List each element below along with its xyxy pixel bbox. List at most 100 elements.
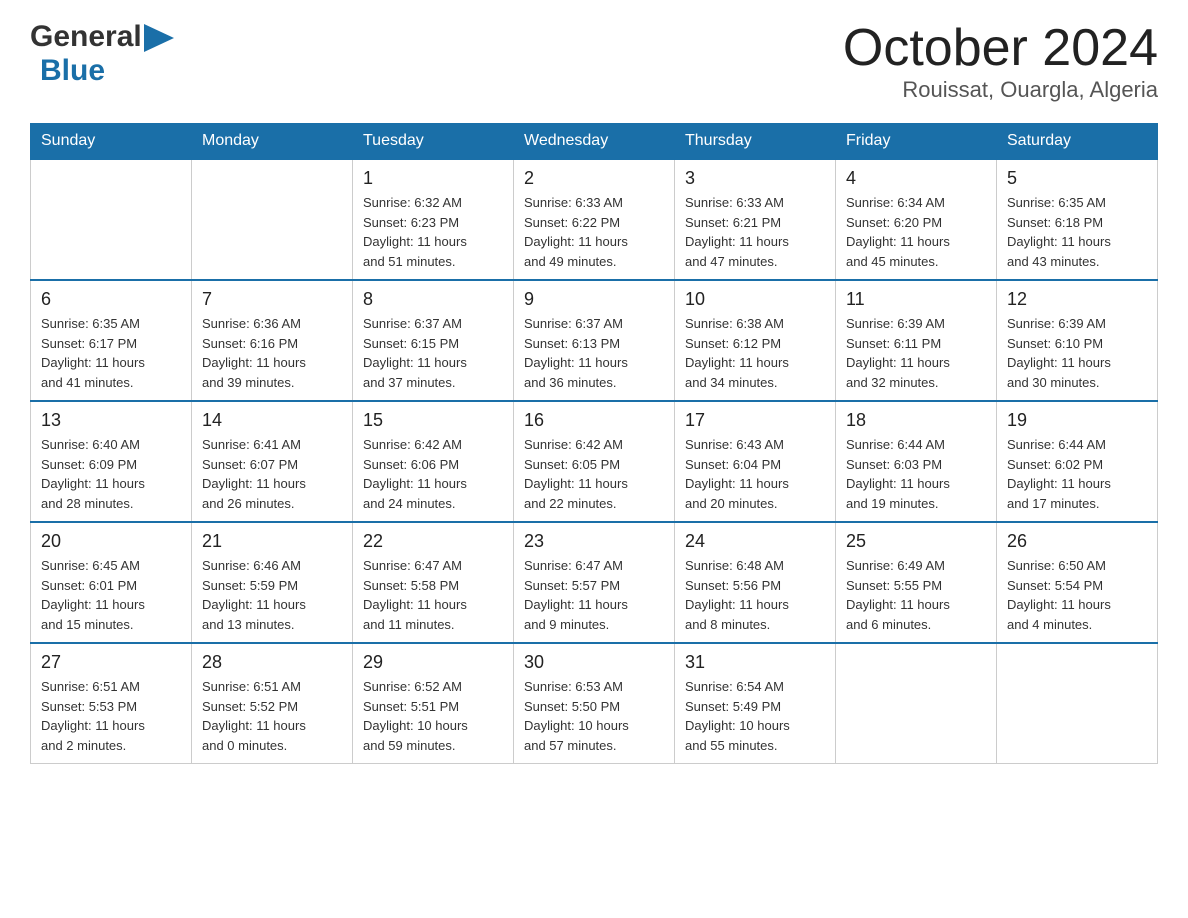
day-number: 8 (363, 289, 503, 310)
day-info: Sunrise: 6:43 AM Sunset: 6:04 PM Dayligh… (685, 435, 825, 513)
calendar-weekday-monday: Monday (192, 124, 353, 160)
day-info: Sunrise: 6:32 AM Sunset: 6:23 PM Dayligh… (363, 193, 503, 271)
page-title: October 2024 (843, 20, 1158, 77)
day-number: 6 (41, 289, 181, 310)
day-number: 9 (524, 289, 664, 310)
day-number: 10 (685, 289, 825, 310)
logo-general-text: General (30, 20, 142, 54)
calendar-cell: 29 Sunrise: 6:52 AM Sunset: 5:51 PM Dayli… (353, 643, 514, 764)
logo-blue-text: Blue (40, 54, 105, 88)
day-info: Sunrise: 6:42 AM Sunset: 6:05 PM Dayligh… (524, 435, 664, 513)
day-number: 17 (685, 410, 825, 431)
day-info: Sunrise: 6:51 AM Sunset: 5:53 PM Dayligh… (41, 677, 181, 755)
calendar-cell: 24Sunrise: 6:48 AM Sunset: 5:56 PM Dayli… (675, 522, 836, 643)
calendar-weekday-tuesday: Tuesday (353, 124, 514, 160)
day-number: 21 (202, 531, 342, 552)
calendar-cell: 11 Sunrise: 6:39 AM Sunset: 6:11 PM Dayli… (836, 280, 997, 401)
day-number: 30 (524, 652, 664, 673)
calendar-cell: 23Sunrise: 6:47 AM Sunset: 5:57 PM Dayli… (514, 522, 675, 643)
day-info: Sunrise: 6:49 AM Sunset: 5:55 PM Dayligh… (846, 556, 986, 634)
day-info: Sunrise: 6:39 AM Sunset: 6:11 PM Dayligh… (846, 314, 986, 392)
calendar-header-row: SundayMondayTuesdayWednesdayThursdayFrid… (31, 124, 1158, 160)
day-number: 31 (685, 652, 825, 673)
day-number: 2 (524, 168, 664, 189)
calendar-cell (836, 643, 997, 764)
title-block: October 2024 Rouissat, Ouargla, Algeria (843, 20, 1158, 103)
day-info: Sunrise: 6:34 AM Sunset: 6:20 PM Dayligh… (846, 193, 986, 271)
day-number: 14 (202, 410, 342, 431)
day-number: 13 (41, 410, 181, 431)
calendar-cell: 27 Sunrise: 6:51 AM Sunset: 5:53 PM Dayli… (31, 643, 192, 764)
calendar-cell: 6 Sunrise: 6:35 AM Sunset: 6:17 PM Daylig… (31, 280, 192, 401)
calendar-week-row: 27 Sunrise: 6:51 AM Sunset: 5:53 PM Dayli… (31, 643, 1158, 764)
calendar-cell: 1 Sunrise: 6:32 AM Sunset: 6:23 PM Daylig… (353, 159, 514, 280)
calendar-cell: 9 Sunrise: 6:37 AM Sunset: 6:13 PM Daylig… (514, 280, 675, 401)
calendar-cell: 16Sunrise: 6:42 AM Sunset: 6:05 PM Dayli… (514, 401, 675, 522)
day-info: Sunrise: 6:35 AM Sunset: 6:17 PM Dayligh… (41, 314, 181, 392)
calendar-cell: 31 Sunrise: 6:54 AM Sunset: 5:49 PM Dayli… (675, 643, 836, 764)
calendar-cell: 3 Sunrise: 6:33 AM Sunset: 6:21 PM Daylig… (675, 159, 836, 280)
day-info: Sunrise: 6:39 AM Sunset: 6:10 PM Dayligh… (1007, 314, 1147, 392)
day-number: 18 (846, 410, 986, 431)
calendar-cell: 25 Sunrise: 6:49 AM Sunset: 5:55 PM Dayli… (836, 522, 997, 643)
day-number: 1 (363, 168, 503, 189)
day-number: 28 (202, 652, 342, 673)
day-info: Sunrise: 6:46 AM Sunset: 5:59 PM Dayligh… (202, 556, 342, 634)
calendar-cell: 21 Sunrise: 6:46 AM Sunset: 5:59 PM Dayli… (192, 522, 353, 643)
day-info: Sunrise: 6:45 AM Sunset: 6:01 PM Dayligh… (41, 556, 181, 634)
day-info: Sunrise: 6:44 AM Sunset: 6:03 PM Dayligh… (846, 435, 986, 513)
calendar-cell: 19 Sunrise: 6:44 AM Sunset: 6:02 PM Dayli… (997, 401, 1158, 522)
calendar-cell: 13 Sunrise: 6:40 AM Sunset: 6:09 PM Dayli… (31, 401, 192, 522)
day-number: 19 (1007, 410, 1147, 431)
day-info: Sunrise: 6:54 AM Sunset: 5:49 PM Dayligh… (685, 677, 825, 755)
calendar-week-row: 20Sunrise: 6:45 AM Sunset: 6:01 PM Dayli… (31, 522, 1158, 643)
calendar-week-row: 6 Sunrise: 6:35 AM Sunset: 6:17 PM Daylig… (31, 280, 1158, 401)
day-info: Sunrise: 6:33 AM Sunset: 6:21 PM Dayligh… (685, 193, 825, 271)
calendar-table: SundayMondayTuesdayWednesdayThursdayFrid… (30, 123, 1158, 764)
calendar-cell: 17 Sunrise: 6:43 AM Sunset: 6:04 PM Dayli… (675, 401, 836, 522)
calendar-cell: 14 Sunrise: 6:41 AM Sunset: 6:07 PM Dayli… (192, 401, 353, 522)
day-info: Sunrise: 6:42 AM Sunset: 6:06 PM Dayligh… (363, 435, 503, 513)
day-info: Sunrise: 6:40 AM Sunset: 6:09 PM Dayligh… (41, 435, 181, 513)
logo: General Blue (30, 20, 174, 88)
day-number: 3 (685, 168, 825, 189)
calendar-cell: 4Sunrise: 6:34 AM Sunset: 6:20 PM Daylig… (836, 159, 997, 280)
day-info: Sunrise: 6:41 AM Sunset: 6:07 PM Dayligh… (202, 435, 342, 513)
day-info: Sunrise: 6:52 AM Sunset: 5:51 PM Dayligh… (363, 677, 503, 755)
calendar-week-row: 13 Sunrise: 6:40 AM Sunset: 6:09 PM Dayli… (31, 401, 1158, 522)
logo-triangle-icon (144, 24, 174, 52)
calendar-cell (31, 159, 192, 280)
calendar-weekday-saturday: Saturday (997, 124, 1158, 160)
day-number: 7 (202, 289, 342, 310)
day-number: 27 (41, 652, 181, 673)
calendar-cell: 18 Sunrise: 6:44 AM Sunset: 6:03 PM Dayli… (836, 401, 997, 522)
day-info: Sunrise: 6:37 AM Sunset: 6:13 PM Dayligh… (524, 314, 664, 392)
calendar-cell (192, 159, 353, 280)
calendar-weekday-wednesday: Wednesday (514, 124, 675, 160)
day-info: Sunrise: 6:47 AM Sunset: 5:58 PM Dayligh… (363, 556, 503, 634)
calendar-cell: 28 Sunrise: 6:51 AM Sunset: 5:52 PM Dayli… (192, 643, 353, 764)
day-number: 22 (363, 531, 503, 552)
calendar-week-row: 1 Sunrise: 6:32 AM Sunset: 6:23 PM Daylig… (31, 159, 1158, 280)
day-number: 25 (846, 531, 986, 552)
calendar-weekday-friday: Friday (836, 124, 997, 160)
calendar-cell: 12 Sunrise: 6:39 AM Sunset: 6:10 PM Dayli… (997, 280, 1158, 401)
day-number: 11 (846, 289, 986, 310)
day-number: 23 (524, 531, 664, 552)
day-number: 29 (363, 652, 503, 673)
calendar-cell: 10Sunrise: 6:38 AM Sunset: 6:12 PM Dayli… (675, 280, 836, 401)
calendar-weekday-thursday: Thursday (675, 124, 836, 160)
day-info: Sunrise: 6:53 AM Sunset: 5:50 PM Dayligh… (524, 677, 664, 755)
day-number: 5 (1007, 168, 1147, 189)
calendar-cell: 7 Sunrise: 6:36 AM Sunset: 6:16 PM Daylig… (192, 280, 353, 401)
day-info: Sunrise: 6:44 AM Sunset: 6:02 PM Dayligh… (1007, 435, 1147, 513)
day-info: Sunrise: 6:51 AM Sunset: 5:52 PM Dayligh… (202, 677, 342, 755)
day-info: Sunrise: 6:36 AM Sunset: 6:16 PM Dayligh… (202, 314, 342, 392)
day-info: Sunrise: 6:33 AM Sunset: 6:22 PM Dayligh… (524, 193, 664, 271)
calendar-cell: 5Sunrise: 6:35 AM Sunset: 6:18 PM Daylig… (997, 159, 1158, 280)
day-number: 15 (363, 410, 503, 431)
calendar-cell (997, 643, 1158, 764)
day-number: 26 (1007, 531, 1147, 552)
day-info: Sunrise: 6:37 AM Sunset: 6:15 PM Dayligh… (363, 314, 503, 392)
day-number: 12 (1007, 289, 1147, 310)
